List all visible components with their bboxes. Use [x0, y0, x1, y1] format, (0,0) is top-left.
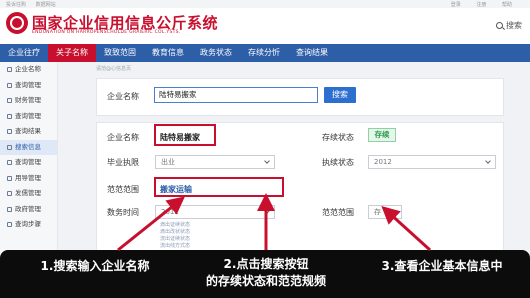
scope-label: 范范范围: [107, 185, 139, 194]
sidebar-item-label: 查询管理: [15, 111, 41, 120]
step-1-text: 1.搜索输入企业名称: [40, 259, 150, 273]
exec-select[interactable]: 2012: [368, 155, 496, 169]
nav-item-1[interactable]: 关子名称: [48, 44, 96, 62]
header-search-label: 搜索: [506, 21, 522, 30]
search-label: 企业名称: [107, 92, 139, 101]
sidebar-item[interactable]: 财务管理: [0, 93, 57, 109]
status-badge: 存续: [368, 128, 396, 142]
license-select-value: 出业: [161, 158, 175, 166]
nav-item-4[interactable]: 政务状态: [192, 44, 240, 62]
license-select[interactable]: 出业: [155, 155, 275, 169]
sidebar-item-label: 查询管理: [15, 158, 41, 166]
sidebar-item-label: 查询步骤: [15, 220, 41, 228]
company-search-input[interactable]: 陆特易搬家: [154, 87, 318, 103]
sidebar: 企业名称 查询管理 财务管理 查询管理 查询结果 搜索信息 查询管理 用导管理 …: [0, 62, 58, 262]
step-2-text: 2.点击搜索按钮 的存续状态和范范规频: [205, 257, 326, 288]
highlight-scope: [154, 177, 284, 197]
exec-select-value: 2012: [374, 158, 392, 166]
dropdown-option[interactable]: 流出线方式态: [160, 243, 190, 250]
sidebar-item-label: 企业名称: [15, 65, 41, 73]
sidebar-item[interactable]: 企业名称: [0, 62, 57, 78]
site-subtitle: ENDUNATION ON HARROPENSCHOLDE GRAIERIC C…: [32, 30, 181, 35]
exec-label: 执续状态: [322, 158, 354, 167]
dropdown-options: 滴出证续状态 滴出改状状态 流出证续状态 流出线方式态: [160, 222, 190, 250]
step-3-text: 3.查看企业基本信息中: [381, 259, 503, 273]
sidebar-item-active[interactable]: 搜索信息: [0, 139, 57, 155]
sidebar-item[interactable]: 政府管理: [0, 202, 57, 218]
menu-icon: [7, 113, 12, 119]
time-select-value: 2012: [161, 208, 179, 216]
highlight-company: [154, 124, 216, 146]
chevron-down-icon: [485, 158, 491, 164]
nav-item-3[interactable]: 教育信息: [144, 44, 192, 62]
nav-item-6[interactable]: 查询结果: [288, 44, 336, 62]
sidebar-item-label: 搜索信息: [15, 142, 41, 151]
dropdown-option[interactable]: 流出证续状态: [160, 236, 190, 243]
site-header: 国家企业信用信息公斤系统 ENDUNATION ON HARROPENSCHOL…: [0, 8, 530, 44]
main-nav: 企业往疗 关子名称 致致范固 教育信息 政务状态 存续分忻 查询结果: [0, 44, 530, 62]
nav-item-2[interactable]: 致致范固: [96, 44, 144, 62]
emblem-logo: [6, 12, 28, 34]
chevron-down-icon: [391, 208, 397, 214]
status-label: 存续状态: [322, 133, 354, 142]
search-button[interactable]: 搜索: [324, 87, 356, 103]
company-label: 企业名称: [107, 133, 139, 142]
nav-item-5[interactable]: 存续分忻: [240, 44, 288, 62]
header-search-button[interactable]: 搜索: [496, 20, 522, 31]
sidebar-item-label: 政府管理: [15, 204, 41, 213]
sidebar-item-label: 用导管理: [15, 173, 41, 182]
sidebar-item[interactable]: 查询步骤: [0, 217, 57, 233]
time-select[interactable]: 2012: [155, 205, 275, 219]
license-label: 毕业执限: [107, 158, 139, 167]
scope2-label: 范范范围: [322, 208, 354, 217]
menu-icon: [7, 175, 12, 181]
menu-icon: [7, 144, 12, 150]
sidebar-item-label: 查询管理: [15, 80, 41, 89]
scope2-select[interactable]: 存: [368, 205, 402, 219]
menu-icon: [7, 222, 12, 228]
nav-item-0[interactable]: 企业往疗: [0, 44, 48, 62]
menu-icon: [7, 82, 12, 88]
menu-icon: [7, 67, 12, 73]
sidebar-item[interactable]: 查询管理: [0, 109, 57, 125]
sidebar-item-label: 查询结果: [15, 127, 41, 135]
sidebar-item-label: 财务管理: [15, 96, 41, 104]
dropdown-option[interactable]: 滴出改状状态: [160, 229, 190, 236]
breadcrumb: 请范@心信息页: [96, 66, 132, 72]
dropdown-option[interactable]: 滴出证续状态: [160, 222, 190, 229]
sidebar-item[interactable]: 查询管理: [0, 155, 57, 171]
menu-icon: [7, 206, 12, 212]
sidebar-item[interactable]: 查询结果: [0, 124, 57, 140]
scope2-select-value: 存: [374, 208, 381, 216]
menu-icon: [7, 160, 12, 166]
sidebar-item-label: 发儒管理: [15, 189, 41, 197]
menu-icon: [7, 98, 12, 104]
sidebar-item[interactable]: 发儒管理: [0, 186, 57, 202]
time-label: 数务时间: [107, 208, 139, 217]
sidebar-item[interactable]: 查询管理: [0, 78, 57, 94]
sidebar-item[interactable]: 用导管理: [0, 171, 57, 187]
search-icon: [496, 22, 503, 29]
menu-icon: [7, 129, 12, 135]
chevron-down-icon: [264, 208, 270, 214]
chevron-down-icon: [264, 158, 270, 164]
menu-icon: [7, 191, 12, 197]
top-strip: 投诉往购 数据网站 登录 注册 帮助: [0, 0, 530, 8]
